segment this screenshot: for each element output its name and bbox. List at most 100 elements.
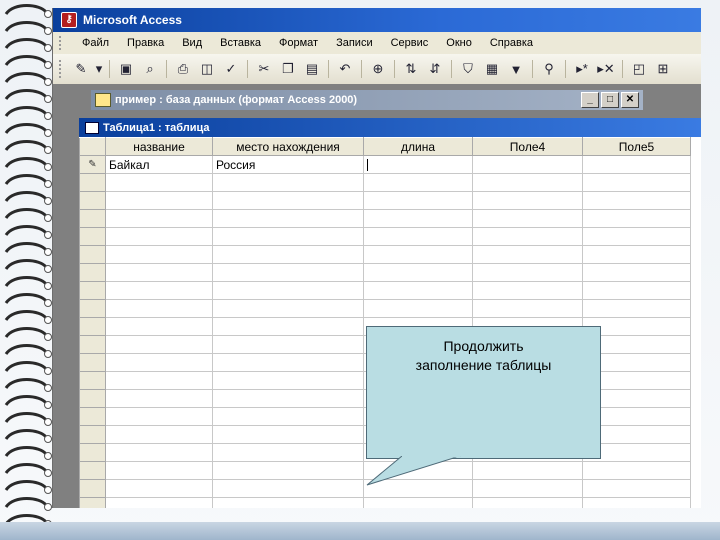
cell-length[interactable] [363, 155, 473, 174]
table-cell[interactable] [212, 191, 364, 210]
column-header-field5[interactable]: Поле5 [582, 137, 691, 156]
table-cell[interactable] [582, 479, 691, 498]
menu-edit[interactable]: Правка [118, 37, 173, 49]
table-cell[interactable] [582, 227, 691, 246]
row-selector[interactable] [79, 335, 106, 354]
table-cell[interactable] [472, 281, 583, 300]
table-cell[interactable] [212, 389, 364, 408]
row-selector[interactable] [79, 245, 106, 264]
print-icon[interactable]: ⎙ [172, 58, 194, 80]
table-cell[interactable] [582, 245, 691, 264]
column-header-name[interactable]: название [105, 137, 213, 156]
select-all-corner[interactable] [79, 137, 106, 156]
row-selector[interactable] [79, 371, 106, 390]
menu-file[interactable]: Файл [73, 37, 118, 49]
table-cell[interactable] [212, 443, 364, 462]
row-selector[interactable] [79, 263, 106, 282]
sort-desc-icon[interactable]: ⇵ [424, 58, 446, 80]
copy-icon[interactable]: ❐ [277, 58, 299, 80]
table-cell[interactable] [105, 191, 213, 210]
table-cell[interactable] [212, 479, 364, 498]
table-cell[interactable] [105, 389, 213, 408]
minimize-button[interactable]: _ [581, 92, 599, 108]
table-cell[interactable] [472, 461, 583, 480]
hyperlink-icon[interactable]: ⊕ [367, 58, 389, 80]
table-cell[interactable] [472, 191, 583, 210]
table-cell[interactable] [105, 353, 213, 372]
row-selector[interactable] [79, 497, 106, 508]
column-header-length[interactable]: длина [363, 137, 473, 156]
menu-view[interactable]: Вид [173, 37, 211, 49]
table-cell[interactable] [212, 407, 364, 426]
table-cell[interactable] [212, 263, 364, 282]
cell-field4[interactable] [472, 155, 583, 174]
table-cell[interactable] [105, 461, 213, 480]
database-window-icon[interactable]: ◰ [628, 58, 650, 80]
menu-format[interactable]: Формат [270, 37, 327, 49]
table-cell[interactable] [105, 263, 213, 282]
table-cell[interactable] [212, 281, 364, 300]
row-selector[interactable] [79, 209, 106, 228]
paste-icon[interactable]: ▤ [301, 58, 323, 80]
table-cell[interactable] [472, 263, 583, 282]
menu-window[interactable]: Окно [437, 37, 481, 49]
table-cell[interactable] [363, 497, 473, 508]
table-cell[interactable] [212, 353, 364, 372]
menubar-grip[interactable] [59, 36, 65, 50]
table-cell[interactable] [212, 461, 364, 480]
save-icon[interactable]: ▣ [115, 58, 137, 80]
table-cell[interactable] [472, 245, 583, 264]
table-cell[interactable] [212, 335, 364, 354]
spelling-icon[interactable]: ✓ [220, 58, 242, 80]
table-cell[interactable] [212, 299, 364, 318]
cell-name[interactable]: Байкал [105, 155, 213, 174]
table-cell[interactable] [105, 335, 213, 354]
table-cell[interactable] [363, 245, 473, 264]
apply-filter-icon[interactable]: ▼ [505, 58, 527, 80]
dropdown-icon[interactable]: ▾ [94, 58, 104, 80]
table-cell[interactable] [105, 299, 213, 318]
table-cell[interactable] [472, 209, 583, 228]
row-selector[interactable] [79, 425, 106, 444]
undo-icon[interactable]: ↶ [334, 58, 356, 80]
table-cell[interactable] [582, 281, 691, 300]
row-selector[interactable] [79, 479, 106, 498]
row-selector[interactable] [79, 353, 106, 372]
table-cell[interactable] [472, 479, 583, 498]
table-cell[interactable] [105, 425, 213, 444]
table-cell[interactable] [363, 299, 473, 318]
table-cell[interactable] [212, 371, 364, 390]
find-binoculars-icon[interactable]: ⚲ [538, 58, 560, 80]
row-selector[interactable] [79, 173, 106, 192]
cell-location[interactable]: Россия [212, 155, 364, 174]
menu-records[interactable]: Записи [327, 37, 382, 49]
table-cell[interactable] [472, 497, 583, 508]
table-cell[interactable] [212, 227, 364, 246]
table-cell[interactable] [472, 173, 583, 192]
table-cell[interactable] [212, 497, 364, 508]
row-selector[interactable] [79, 191, 106, 210]
table-cell[interactable] [105, 281, 213, 300]
sort-asc-icon[interactable]: ⇅ [400, 58, 422, 80]
row-selector[interactable] [79, 227, 106, 246]
new-record-icon[interactable]: ▸* [571, 58, 593, 80]
find-icon[interactable]: ⌕ [139, 58, 161, 80]
table-cell[interactable] [363, 263, 473, 282]
table-cell[interactable] [363, 227, 473, 246]
table-cell[interactable] [363, 173, 473, 192]
row-selector[interactable] [79, 299, 106, 318]
table-cell[interactable] [212, 173, 364, 192]
table-cell[interactable] [472, 299, 583, 318]
table-cell[interactable] [105, 371, 213, 390]
table-cell[interactable] [212, 209, 364, 228]
table-cell[interactable] [212, 317, 364, 336]
row-selector[interactable] [79, 407, 106, 426]
table-cell[interactable] [582, 263, 691, 282]
table-cell[interactable] [363, 191, 473, 210]
menu-help[interactable]: Справка [481, 37, 542, 49]
table-cell[interactable] [212, 425, 364, 444]
table-cell[interactable] [582, 209, 691, 228]
table-cell[interactable] [105, 317, 213, 336]
table-cell[interactable] [363, 209, 473, 228]
row-selector[interactable] [79, 443, 106, 462]
